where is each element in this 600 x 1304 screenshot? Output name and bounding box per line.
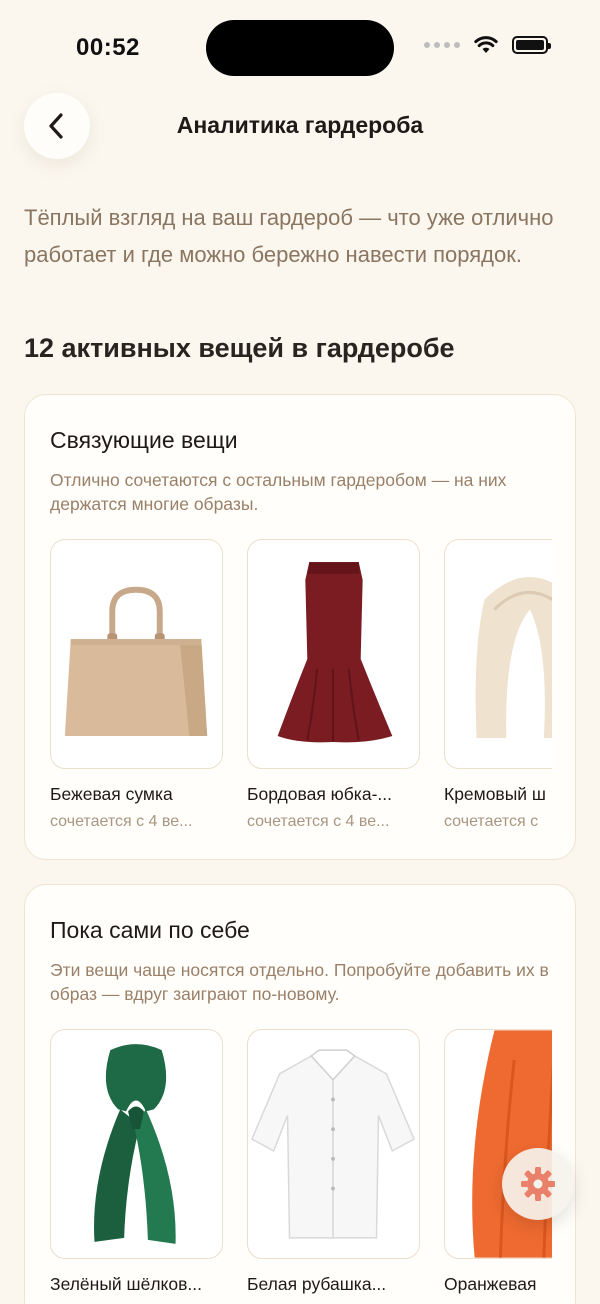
scarf-icon xyxy=(475,577,552,739)
item-thumbnail xyxy=(50,1029,223,1259)
item-match-count: сочетается с xyxy=(444,813,539,830)
item-thumbnail xyxy=(247,539,420,769)
item-card[interactable]: Зелёный шёлков... xyxy=(50,1029,223,1295)
item-name: Зелёный шёлков... xyxy=(50,1274,202,1294)
active-items-count: 12 активных вещей в гардеробе xyxy=(24,333,455,363)
section-title: Связующие вещи xyxy=(50,427,238,453)
section-title: Пока сами по себе xyxy=(50,917,250,943)
items-carousel[interactable]: Бежевая сумка сочетается с 4 ве... Бордо… xyxy=(50,539,552,859)
intro-text: Тёплый взгляд на ваш гардероб — что уже … xyxy=(24,205,554,267)
standalone-items-card: Пока сами по себе Эти вещи чаще носятся … xyxy=(24,884,576,1304)
status-time: 00:52 xyxy=(76,34,140,61)
item-match-count: сочетается с 4 ве... xyxy=(247,813,390,830)
gear-icon xyxy=(521,1167,555,1201)
status-bar: 00:52 xyxy=(0,0,600,96)
section-description: Эти вещи чаще носятся отдельно. Попробуй… xyxy=(50,960,549,1004)
item-card[interactable]: Белая рубашка... xyxy=(247,1029,420,1295)
item-thumbnail xyxy=(444,1029,552,1259)
items-carousel[interactable]: Зелёный шёлков... Белая рубашка... Оранж… xyxy=(50,1029,552,1304)
item-name: Белая рубашка... xyxy=(247,1274,387,1294)
item-name: Кремовый ш xyxy=(444,784,546,804)
item-card[interactable]: Кремовый ш сочетается с xyxy=(444,539,552,831)
settings-button[interactable] xyxy=(502,1148,574,1220)
page-title: Аналитика гардероба xyxy=(176,112,424,138)
handbag-icon xyxy=(64,586,208,737)
orange-skirt-icon xyxy=(472,1030,552,1258)
battery-icon xyxy=(512,36,551,54)
item-thumbnail xyxy=(50,539,223,769)
item-name: Оранжевая xyxy=(444,1274,537,1294)
skirt-icon xyxy=(277,562,393,743)
item-name: Бордовая юбка-... xyxy=(247,784,392,804)
shirt-icon xyxy=(251,1049,416,1239)
silk-scarf-icon xyxy=(94,1044,176,1244)
section-description: Отлично сочетаются с остальным гардеробо… xyxy=(50,470,507,514)
dynamic-island xyxy=(206,20,394,76)
item-card[interactable]: Бежевая сумка сочетается с 4 ве... xyxy=(50,539,223,831)
item-thumbnail xyxy=(247,1029,420,1259)
item-thumbnail xyxy=(444,539,552,769)
item-name: Бежевая сумка xyxy=(50,784,173,804)
connecting-items-card: Связующие вещи Отлично сочетаются с оста… xyxy=(24,394,576,860)
item-match-count: сочетается с 4 ве... xyxy=(50,813,193,830)
status-icons xyxy=(424,36,551,54)
wifi-icon xyxy=(474,36,498,53)
signal-icon xyxy=(424,42,460,48)
item-card[interactable]: Бордовая юбка-... сочетается с 4 ве... xyxy=(247,539,420,831)
